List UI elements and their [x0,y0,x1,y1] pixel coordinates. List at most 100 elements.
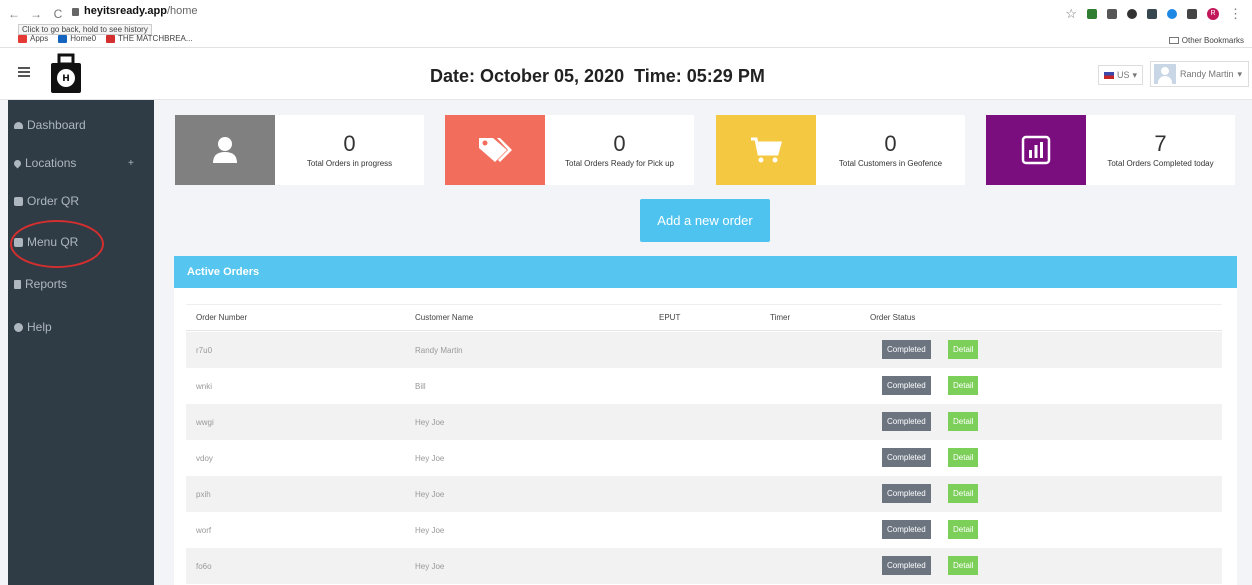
detail-button[interactable]: Detail [948,412,979,431]
help-icon [14,322,23,332]
status-badge[interactable]: Completed [882,556,931,575]
table-row: wnki Bill Completed Detail [186,368,1222,404]
qr-icon [14,196,23,206]
column-header-timer[interactable]: Timer [770,305,790,330]
other-bookmarks-label: Other Bookmarks [1181,36,1244,45]
customer-name-cell: Randy Martin [415,345,463,355]
document-icon [14,279,21,289]
bookmark-home0[interactable]: Home0 [58,34,96,43]
order-number-cell: pxih [196,489,211,499]
order-number-cell: wwgi [196,417,214,427]
reload-icon[interactable]: C [52,7,64,21]
forward-arrow-icon[interactable]: → [30,7,42,21]
sidebar-item-locations[interactable]: Locations [12,153,77,173]
order-number-cell: worf [196,525,212,535]
sidebar-item-label: Menu QR [27,235,79,249]
back-arrow-icon[interactable]: ← [8,7,20,21]
sidebar-item-help[interactable]: Help [14,317,52,337]
customer-name-cell: Bill [415,381,426,391]
extension-1-icon[interactable] [1087,9,1097,19]
sidebar-item-order-qr[interactable]: Order QR [14,191,79,211]
status-badge[interactable]: Completed [882,340,931,359]
browser-toolbar: ← → C heyitsready.app/home Click to go b… [0,0,1252,48]
detail-button[interactable]: Detail [948,484,979,503]
browser-nav: ← → C [8,7,64,21]
status-badge[interactable]: Completed [882,520,931,539]
sidebar-item-label: Dashboard [27,118,86,132]
extension-icons: ☆ R ⋮ [1065,7,1242,20]
facebook-icon [58,34,68,43]
star-icon[interactable]: ☆ [1065,7,1077,20]
stat-label: Total Orders Completed today [1107,159,1214,168]
stat-value: 0 [884,131,897,156]
status-badge[interactable]: Completed [882,376,931,395]
detail-button[interactable]: Detail [948,520,979,539]
stat-icon-box [716,115,816,185]
cart-icon [751,137,782,163]
detail-button[interactable]: Detail [948,340,979,359]
extension-2-icon[interactable] [1107,9,1117,19]
customer-name-cell: Hey Joe [415,489,445,499]
bookmarks-bar: Apps Home0 THE MATCHBREA... [18,34,193,43]
bookmark-label: THE MATCHBREA... [118,34,193,43]
order-number-cell: vdoy [196,453,213,463]
active-orders-panel: Active Orders Order Number Customer Name… [174,256,1237,585]
stat-icon-box [986,115,1086,185]
stat-value: 0 [613,131,626,156]
detail-button[interactable]: Detail [948,556,979,575]
app-logo: H [51,53,81,93]
sidebar-item-label: Locations [25,156,77,170]
extension-3-icon[interactable] [1127,9,1137,19]
table-row: wwgi Hey Joe Completed Detail [186,404,1222,440]
stat-value: 7 [1154,131,1167,156]
stat-icon-box [445,115,545,185]
qr-icon [14,237,23,247]
profile-avatar[interactable]: R [1207,8,1219,20]
stat-label: Total Orders in progress [306,159,393,168]
sidebar-item-dashboard[interactable]: Dashboard [14,115,86,135]
column-header-order-number[interactable]: Order Number [196,305,247,330]
locations-expand-icon[interactable]: + [128,158,134,169]
sidebar-item-label: Help [27,320,52,334]
extension-5-icon[interactable] [1167,9,1177,19]
column-header-customer-name[interactable]: Customer Name [415,305,473,330]
tags-icon [479,138,512,162]
status-badge[interactable]: Completed [882,412,931,431]
table-row: fo6o Hey Joe Completed Detail [186,548,1222,584]
status-badge[interactable]: Completed [882,484,931,503]
add-new-order-button[interactable]: Add a new order [640,199,770,242]
other-bookmarks[interactable]: Other Bookmarks [1168,36,1244,45]
column-header-eput[interactable]: EPUT [659,305,680,330]
bookmark-label: Apps [30,34,49,43]
stat-card-in-progress: 0 Total Orders in progress [175,115,424,185]
sidebar: Dashboard Locations Order QR Menu QR Rep… [8,100,154,585]
status-badge[interactable]: Completed [882,448,931,467]
bar-chart-icon [1021,135,1051,165]
bookmark-apps[interactable]: Apps [18,34,48,43]
detail-button[interactable]: Detail [948,448,979,467]
table-row: worf Hey Joe Completed Detail [186,512,1222,548]
sidebar-item-reports[interactable]: Reports [14,274,67,294]
hamburger-menu-icon[interactable] [18,67,30,77]
locale-dropdown[interactable]: US ▾ [1098,65,1144,85]
table-row: vdoy Hey Joe Completed Detail [186,440,1222,476]
column-header-order-status[interactable]: Order Status [870,305,915,330]
stat-value: 0 [343,131,356,156]
avatar [1154,64,1176,84]
user-dropdown[interactable]: Randy Martin ▾ [1150,61,1250,87]
menu-dots-icon[interactable]: ⋮ [1229,7,1242,20]
us-flag-icon [1104,71,1114,79]
detail-button[interactable]: Detail [948,376,979,395]
bookmark-matchbreaker[interactable]: THE MATCHBREA... [106,34,193,43]
order-number-cell: wnki [196,381,213,391]
table-row: r7u0 Randy Martin Completed Detail [186,332,1222,368]
extension-4-icon[interactable] [1147,9,1157,19]
app-header: H Date: October 05, 2020 Time: 05:29 PM U… [0,48,1252,100]
order-number-cell: r7u0 [196,345,213,355]
svg-text:H: H [62,74,70,84]
address-bar[interactable]: heyitsready.app/home [72,5,198,17]
sidebar-item-label: Reports [25,277,68,291]
sidebar-item-menu-qr[interactable]: Menu QR [14,232,78,252]
puzzle-icon[interactable] [1187,9,1197,19]
bookmark-label: Home0 [70,34,97,43]
